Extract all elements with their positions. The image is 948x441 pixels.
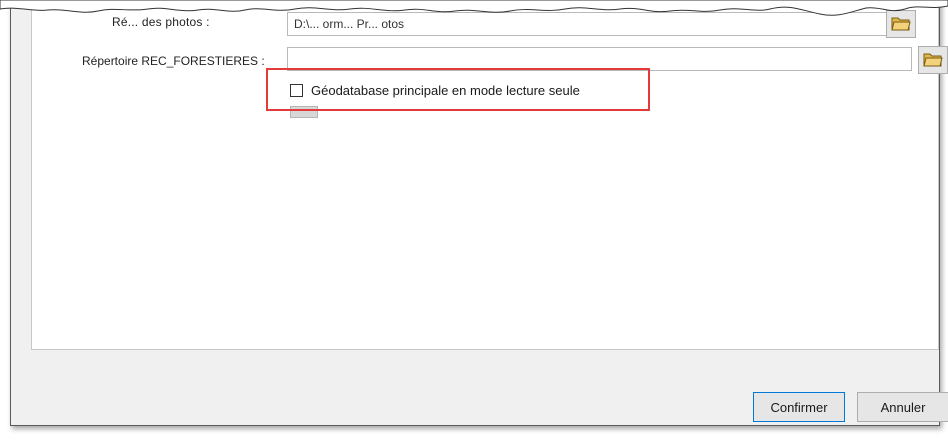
annotation-highlight-box <box>266 68 650 111</box>
cancel-button[interactable]: Annuler <box>857 392 948 422</box>
settings-dialog: Ré... des photos : D:\... orm... Pr... o… <box>10 0 948 426</box>
torn-edge <box>0 0 948 16</box>
settings-panel: Ré... des photos : D:\... orm... Pr... o… <box>31 6 948 350</box>
rec-forestieres-label: Répertoire REC_FORESTIERES : <box>82 54 265 68</box>
browse-rec-forestieres-button[interactable] <box>918 46 948 74</box>
folder-open-icon <box>923 51 943 70</box>
confirm-button[interactable]: Confirmer <box>753 392 845 422</box>
